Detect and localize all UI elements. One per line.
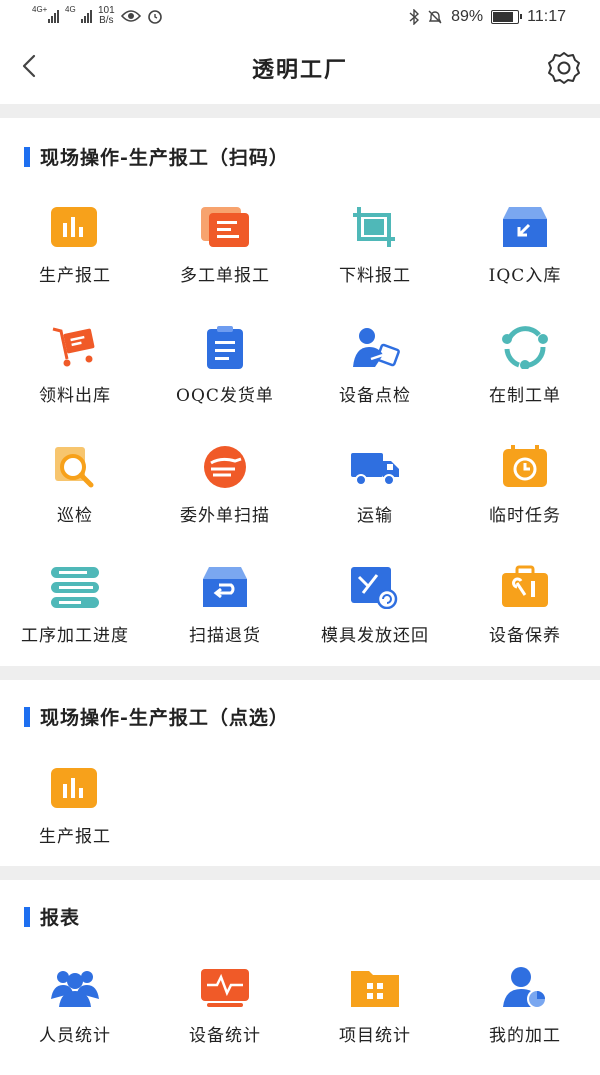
section-title: 现场操作-生产报工（点选） [40,707,289,729]
grid-item-temp-task[interactable]: 临时任务 [450,445,600,555]
grid-item-equipment-maintenance[interactable]: 设备保养 [450,565,600,675]
grid-item-iqc-inbound[interactable]: IQC入库 [450,205,600,315]
grid-item-oqc-shipping[interactable]: OQC发货单 [150,325,300,435]
return-box-icon [203,567,247,607]
battery-percent: 89% [451,8,484,25]
toolbox-icon [502,565,548,607]
page-title: 透明工厂 [251,57,348,83]
section-header-report: 报表 [24,903,80,930]
inspector-icon [353,328,400,367]
cycle-icon [502,326,548,369]
status-left: 4G+ 4G 101 B/s [32,5,163,26]
section-title: 现场操作-生产报工（扫码） [40,147,289,169]
gear-icon[interactable] [546,50,582,86]
section-accent-bar [24,706,30,727]
section-accent-bar [24,146,30,167]
grid-item-scan-return[interactable]: 扫描退货 [150,565,300,675]
alarm-icon [147,10,162,24]
truck-icon [351,453,399,486]
grid-item-process-progress[interactable]: 工序加工进度 [0,565,150,675]
grid-item-project-stats[interactable]: 项目统计 [300,965,450,1075]
eye-icon [120,10,141,22]
outsource-icon [204,446,246,488]
inbox-icon [503,207,547,247]
nav-bar: 透明工厂 [0,36,600,100]
documents-icon [201,207,249,247]
grid-item-production-report-select[interactable]: 生产报工 [0,766,150,876]
user-chart-icon [503,967,547,1009]
divider [0,104,600,118]
grid-item-multi-order-report[interactable]: 多工单报工 [150,205,300,315]
grid-item-cutting-report[interactable]: 下料报工 [300,205,450,315]
clock-time: 11:17 [527,8,566,25]
grid-item-patrol-inspection[interactable]: 巡检 [0,445,150,555]
bar-chart-icon [51,768,97,808]
cart-icon [52,327,95,367]
mold-icon [351,567,398,609]
clipboard-icon [207,326,243,369]
section-title: 报表 [40,907,81,929]
signal-icon: 4G [65,5,92,23]
bluetooth-icon [409,9,420,25]
status-bar: 4G+ 4G 101 B/s 89% 11:17 [0,0,600,36]
divider [0,866,600,880]
grid-item-personnel-stats[interactable]: 人员统计 [0,965,150,1075]
network-speed: 101 B/s [98,5,115,26]
bar-chart-icon [51,207,97,247]
grid-item-equipment-check[interactable]: 设备点检 [300,325,450,435]
section-header-select: 现场操作-生产报工（点选） [24,703,289,730]
progress-icon [51,567,99,608]
grid-item-production-report[interactable]: 生产报工 [0,205,150,315]
grid-item-mold-issue-return[interactable]: 模具发放还回 [300,565,450,675]
grid-item-equipment-stats[interactable]: 设备统计 [150,965,300,1075]
grid-item-wip-orders[interactable]: 在制工单 [450,325,600,435]
grid-item-transport[interactable]: 运输 [300,445,450,555]
battery-icon [491,10,523,24]
crop-icon [353,207,395,247]
grid-item-my-processing[interactable]: 我的加工 [450,965,600,1075]
status-right: 89% 11:17 [409,8,566,26]
clock-icon [503,445,547,487]
magnifier-icon [55,447,94,488]
monitor-icon [201,969,249,1007]
grid-item-outsource-scan[interactable]: 委外单扫描 [150,445,300,555]
people-icon [51,971,99,1007]
section-accent-bar [24,906,30,927]
folder-icon [351,971,399,1007]
grid-item-material-outbound[interactable]: 领料出库 [0,325,150,435]
section-header-scan: 现场操作-生产报工（扫码） [24,143,289,170]
divider [0,666,600,680]
mute-bell-icon [428,10,442,24]
signal-icon: 4G+ [32,5,59,23]
